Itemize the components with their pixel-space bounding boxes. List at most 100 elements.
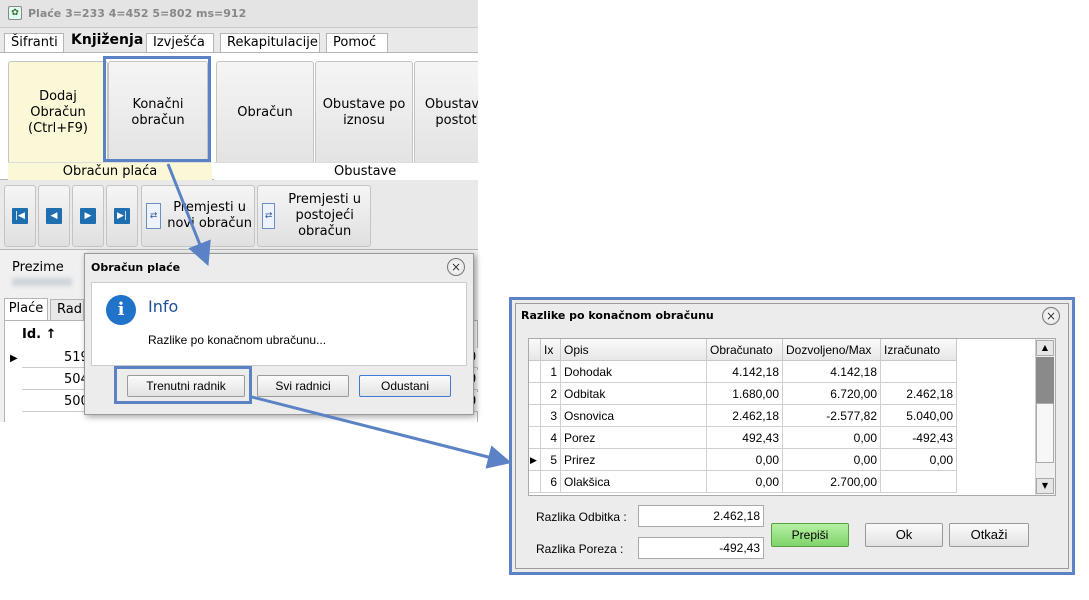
cell-obracunato[interactable]: 4.142,18: [707, 361, 783, 383]
copy-button[interactable]: Prepiši: [771, 523, 849, 547]
prezime-label: Prezime: [12, 260, 64, 275]
next-record-button[interactable]: ▶: [72, 185, 104, 247]
first-record-button[interactable]: |◀: [4, 185, 36, 247]
last-record-button[interactable]: ▶|: [106, 185, 138, 247]
dialog-title: Obračun plaće: [91, 261, 181, 274]
close-icon[interactable]: ×: [1042, 307, 1060, 325]
deductions-by-amount-button[interactable]: Obustave po iznosu: [315, 61, 413, 165]
transfer-icon: ⇄: [146, 203, 162, 229]
info-message: Razlike po konačnom ubračunu...: [148, 333, 327, 347]
column-header-ix[interactable]: Ix: [541, 339, 561, 361]
cell-dozvoljeno[interactable]: 0,00: [783, 427, 881, 449]
cancel-button[interactable]: Otkaži: [949, 523, 1029, 547]
scrollbar-track-dark: [1036, 357, 1054, 403]
current-row-marker: ▶: [10, 353, 18, 364]
tab-pomoc[interactable]: Pomoć: [326, 33, 388, 52]
row-indicator-header: [529, 339, 541, 361]
cell-obracunato[interactable]: 0,00: [707, 471, 783, 493]
cell-izracunato[interactable]: -492,43: [881, 427, 957, 449]
group-label-obracun: Obračun plaća: [8, 162, 212, 180]
cell-ix[interactable]: 2: [541, 383, 561, 405]
window-title: Plaće 3=233 4=452 5=802 ms=912: [28, 7, 247, 20]
cell-opis[interactable]: Odbitak: [561, 383, 707, 405]
deductions-by-percent-button[interactable]: Obustave postot: [414, 61, 478, 165]
info-icon: i: [106, 295, 136, 325]
cell-ix[interactable]: 1: [541, 361, 561, 383]
differences-grid: Ix Opis Obračunato Dozvoljeno/Max Izraču…: [528, 338, 1056, 496]
cell-opis[interactable]: Prirez: [561, 449, 707, 471]
razlika-poreza-field[interactable]: -492,43: [638, 537, 764, 559]
cell-izracunato[interactable]: 2.462,18: [881, 383, 957, 405]
row-indicator: [529, 405, 541, 427]
dialog-body: i Info Razlike po konačnom ubračunu...: [91, 282, 467, 366]
close-icon[interactable]: ×: [447, 258, 465, 276]
differences-dialog: Razlike po konačnom obračunu × Ix Opis O…: [509, 297, 1075, 575]
cell-izracunato[interactable]: [881, 471, 957, 493]
navigation-bar: |◀ ◀ ▶ ▶| ⇄ Premjesti u novi obračun ⇄ P…: [0, 183, 478, 249]
razlika-poreza-label: Razlika Poreza :: [536, 542, 624, 556]
cell-opis[interactable]: Osnovica: [561, 405, 707, 427]
column-header-obracunato[interactable]: Obračunato: [707, 339, 783, 361]
column-header-dozvoljeno[interactable]: Dozvoljeno/Max: [783, 339, 881, 361]
tab-place[interactable]: Plaće: [4, 298, 48, 320]
cell-obracunato[interactable]: 2.462,18: [707, 405, 783, 427]
cell-ix[interactable]: 5: [541, 449, 561, 471]
cell-dozvoljeno[interactable]: 0,00: [783, 449, 881, 471]
scrollbar-thumb[interactable]: [1036, 403, 1054, 463]
cell-izracunato[interactable]: 0,00: [881, 449, 957, 471]
cell-ix[interactable]: 3: [541, 405, 561, 427]
column-header-opis[interactable]: Opis: [561, 339, 707, 361]
dialog-title: Razlike po konačnom obračunu: [521, 309, 714, 322]
transfer-icon: ⇄: [262, 203, 276, 229]
calculation-button[interactable]: Obračun: [216, 61, 314, 165]
next-icon: ▶: [80, 208, 96, 224]
all-employees-button[interactable]: Svi radnici: [257, 375, 349, 397]
group-label-obustave: Obustave: [214, 162, 478, 180]
razlika-odbitka-label: Razlika Odbitka :: [536, 510, 627, 524]
scroll-up-icon[interactable]: ▲: [1036, 340, 1054, 356]
prev-record-button[interactable]: ◀: [38, 185, 70, 247]
first-icon: |◀: [12, 208, 28, 224]
prev-icon: ◀: [46, 208, 62, 224]
tab-knjizenja[interactable]: Knjiženja: [64, 30, 144, 52]
current-employee-highlight: [114, 366, 252, 404]
cell-izracunato[interactable]: [881, 361, 957, 383]
cell-opis[interactable]: Olakšica: [561, 471, 707, 493]
move-to-new-label: Premjesti u novi obračun: [167, 200, 252, 231]
last-icon: ▶|: [114, 208, 130, 224]
cell-obracunato[interactable]: 492,43: [707, 427, 783, 449]
cell-ix[interactable]: 4: [541, 427, 561, 449]
title-bar: ✿ Plaće 3=233 4=452 5=802 ms=912: [0, 0, 478, 28]
add-calculation-button[interactable]: Dodaj Obračun (Ctrl+F9): [8, 61, 108, 165]
app-icon: ✿: [8, 6, 22, 20]
cell-dozvoljeno[interactable]: -2.577,82: [783, 405, 881, 427]
ok-button[interactable]: Ok: [865, 523, 943, 547]
cell-dozvoljeno[interactable]: 2.700,00: [783, 471, 881, 493]
cell-ix[interactable]: 6: [541, 471, 561, 493]
tab-izvjesca[interactable]: Izvješća: [146, 33, 214, 52]
cancel-button[interactable]: Odustani: [359, 375, 451, 397]
cell-opis[interactable]: Dohodak: [561, 361, 707, 383]
cell-obracunato[interactable]: 1.680,00: [707, 383, 783, 405]
row-indicator: [529, 427, 541, 449]
tab-rekapitulacije[interactable]: Rekapitulacije: [220, 33, 320, 52]
column-header-izracunato[interactable]: Izračunato: [881, 339, 957, 361]
cell-dozvoljeno[interactable]: 4.142,18: [783, 361, 881, 383]
tab-rad[interactable]: Rad: [50, 299, 84, 320]
ribbon: Dodaj Obračun (Ctrl+F9) Konačni obračun …: [0, 52, 478, 180]
cell-izracunato[interactable]: 5.040,00: [881, 405, 957, 427]
cell-obracunato[interactable]: 0,00: [707, 449, 783, 471]
cell-dozvoljeno[interactable]: 6.720,00: [783, 383, 881, 405]
razlika-odbitka-field[interactable]: 2.462,18: [638, 505, 764, 527]
blurred-name: [12, 278, 72, 286]
row-indicator: [529, 383, 541, 405]
info-heading: Info: [148, 297, 179, 316]
cell-opis[interactable]: Porez: [561, 427, 707, 449]
tab-sifranti[interactable]: Šifranti: [4, 33, 64, 52]
move-to-existing-button[interactable]: ⇄ Premjesti u postojeći obračun: [257, 185, 371, 247]
current-row-marker: ▶: [529, 449, 541, 471]
scroll-down-icon[interactable]: ▼: [1036, 478, 1054, 494]
row-indicator: [529, 361, 541, 383]
move-to-new-button[interactable]: ⇄ Premjesti u novi obračun: [141, 185, 255, 247]
id-column-header[interactable]: Id. ↑: [22, 327, 57, 342]
